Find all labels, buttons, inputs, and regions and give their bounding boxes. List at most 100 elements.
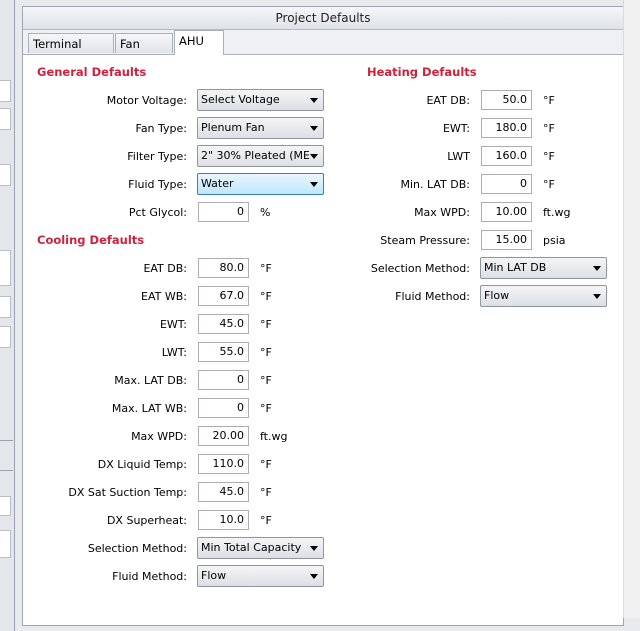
dx-superheat-label: DX Superheat: <box>106 514 187 527</box>
dx-sat-suction-temp-unit: °F <box>260 486 272 499</box>
fan-type-label: Fan Type: <box>135 122 188 135</box>
project-defaults-window: Project Defaults Terminal Units Fan Coil… <box>22 6 624 626</box>
fluid-type-dropdown[interactable]: Water <box>197 173 324 195</box>
heating-max-wpd-label: Max WPD: <box>414 206 470 219</box>
left-pane-edge <box>0 0 15 631</box>
tab-ahu[interactable]: AHU <box>174 30 224 55</box>
dx-sat-suction-temp-label: DX Sat Suction Temp: <box>68 486 187 499</box>
left-pane-divider <box>0 470 13 471</box>
motor-voltage-value: Select Voltage <box>201 93 280 106</box>
filter-type-label: Filter Type: <box>127 150 187 163</box>
cooling-eat-db-label: EAT DB: <box>143 262 187 275</box>
chevron-down-icon <box>310 574 318 579</box>
chevron-down-icon <box>310 126 318 131</box>
cooling-ewt-input[interactable]: 45.0 <box>198 314 249 334</box>
cooling-lwt-label: LWT: <box>161 346 187 359</box>
fluid-type-label: Fluid Type: <box>128 178 187 191</box>
heating-ewt-label: EWT: <box>442 122 470 135</box>
cooling-max-lat-db-input[interactable]: 0 <box>198 370 249 390</box>
pct-glycol-label: Pct Glycol: <box>128 206 187 219</box>
heating-selection-method-dropdown[interactable]: Min LAT DB <box>480 257 607 279</box>
pct-glycol-unit: % <box>260 206 271 219</box>
heating-ewt-input[interactable]: 180.0 <box>481 118 532 138</box>
cooling-selection-method-value: Min Total Capacity <box>201 541 302 554</box>
dx-sat-suction-temp-input[interactable]: 45.0 <box>198 482 249 502</box>
tab-terminal-units[interactable]: Terminal Units <box>28 33 114 71</box>
steam-pressure-input[interactable]: 15.00 <box>481 230 532 250</box>
chevron-down-icon <box>310 98 318 103</box>
cooling-max-wpd-unit: ft.wg <box>260 430 288 443</box>
cooling-eat-wb-label: EAT WB: <box>141 290 187 303</box>
cooling-fluid-method-label: Fluid Method: <box>112 570 187 583</box>
left-pane-button[interactable] <box>0 530 11 558</box>
cooling-lwt-input[interactable]: 55.0 <box>198 342 249 362</box>
cooling-eat-db-unit: °F <box>260 262 272 275</box>
heating-max-wpd-input[interactable]: 10.00 <box>481 202 532 222</box>
cooling-max-lat-wb-label: Max. LAT WB: <box>111 402 187 415</box>
left-pane-divider <box>0 440 13 441</box>
cooling-selection-method-label: Selection Method: <box>87 542 187 555</box>
left-pane-field[interactable] <box>0 250 11 286</box>
heating-eat-db-input[interactable]: 50.0 <box>481 90 532 110</box>
cooling-lwt-unit: °F <box>260 346 272 359</box>
heating-lwt-input[interactable]: 160.0 <box>481 146 532 166</box>
heating-defaults-heading: Heating Defaults <box>367 65 477 79</box>
dx-liquid-temp-input[interactable]: 110.0 <box>198 454 249 474</box>
heating-min-lat-db-input[interactable]: 0 <box>481 174 532 194</box>
tab-fan-coils[interactable]: Fan Coils <box>115 33 173 71</box>
ahu-tab-content: General Defaults Motor Voltage: Select V… <box>23 55 623 625</box>
motor-voltage-dropdown[interactable]: Select Voltage <box>197 89 324 111</box>
left-pane-field[interactable] <box>0 164 11 186</box>
dx-superheat-input[interactable]: 10.0 <box>198 510 249 530</box>
cooling-max-wpd-label: Max WPD: <box>131 430 187 443</box>
heating-fluid-method-label: Fluid Method: <box>395 290 470 303</box>
cooling-eat-db-input[interactable]: 80.0 <box>198 258 249 278</box>
left-pane-field[interactable] <box>0 80 11 102</box>
cooling-max-lat-db-unit: °F <box>260 374 272 387</box>
chevron-down-icon <box>593 294 601 299</box>
steam-pressure-label: Steam Pressure: <box>380 234 470 247</box>
filter-type-value: 2" 30% Pleated (ME <box>201 149 309 162</box>
filter-type-dropdown[interactable]: 2" 30% Pleated (ME <box>197 145 324 167</box>
chevron-down-icon <box>310 546 318 551</box>
cooling-eat-wb-unit: °F <box>260 290 272 303</box>
general-defaults-heading: General Defaults <box>37 65 147 79</box>
vertical-scrollbar[interactable] <box>623 0 640 618</box>
heating-fluid-method-dropdown[interactable]: Flow <box>480 285 607 307</box>
heating-min-lat-db-unit: °F <box>543 178 555 191</box>
cooling-max-lat-wb-unit: °F <box>260 402 272 415</box>
left-pane-field[interactable] <box>0 326 11 348</box>
tab-strip: Terminal Units Fan Coils AHU <box>23 30 623 71</box>
window-title: Project Defaults <box>23 7 623 30</box>
fan-type-dropdown[interactable]: Plenum Fan <box>197 117 324 139</box>
dx-liquid-temp-unit: °F <box>260 458 272 471</box>
cooling-eat-wb-input[interactable]: 67.0 <box>198 286 249 306</box>
cooling-max-lat-wb-input[interactable]: 0 <box>198 398 249 418</box>
chevron-down-icon <box>310 154 318 159</box>
chevron-down-icon <box>310 182 318 187</box>
cooling-ewt-unit: °F <box>260 318 272 331</box>
heating-fluid-method-value: Flow <box>484 289 510 302</box>
heating-ewt-unit: °F <box>543 122 555 135</box>
dx-liquid-temp-label: DX Liquid Temp: <box>97 458 187 471</box>
left-pane-button[interactable] <box>0 496 11 516</box>
heating-selection-method-value: Min LAT DB <box>484 261 547 274</box>
steam-pressure-unit: psia <box>543 234 566 247</box>
dx-superheat-unit: °F <box>260 514 272 527</box>
pct-glycol-input[interactable]: 0 <box>198 202 249 222</box>
cooling-max-lat-db-label: Max. LAT DB: <box>114 374 187 387</box>
cooling-fluid-method-value: Flow <box>201 569 227 582</box>
cooling-fluid-method-dropdown[interactable]: Flow <box>197 565 324 587</box>
cooling-ewt-label: EWT: <box>159 318 187 331</box>
cooling-defaults-heading: Cooling Defaults <box>37 233 145 247</box>
heating-eat-db-unit: °F <box>543 94 555 107</box>
heating-eat-db-label: EAT DB: <box>426 94 470 107</box>
heating-min-lat-db-label: Min. LAT DB: <box>400 178 470 191</box>
heating-selection-method-label: Selection Method: <box>370 262 470 275</box>
cooling-max-wpd-input[interactable]: 20.00 <box>198 426 249 446</box>
cooling-selection-method-dropdown[interactable]: Min Total Capacity <box>197 537 324 559</box>
heating-lwt-unit: °F <box>543 150 555 163</box>
left-pane-field[interactable] <box>0 108 11 130</box>
left-pane-field[interactable] <box>0 296 11 318</box>
heating-lwt-label: LWT <box>447 150 470 163</box>
